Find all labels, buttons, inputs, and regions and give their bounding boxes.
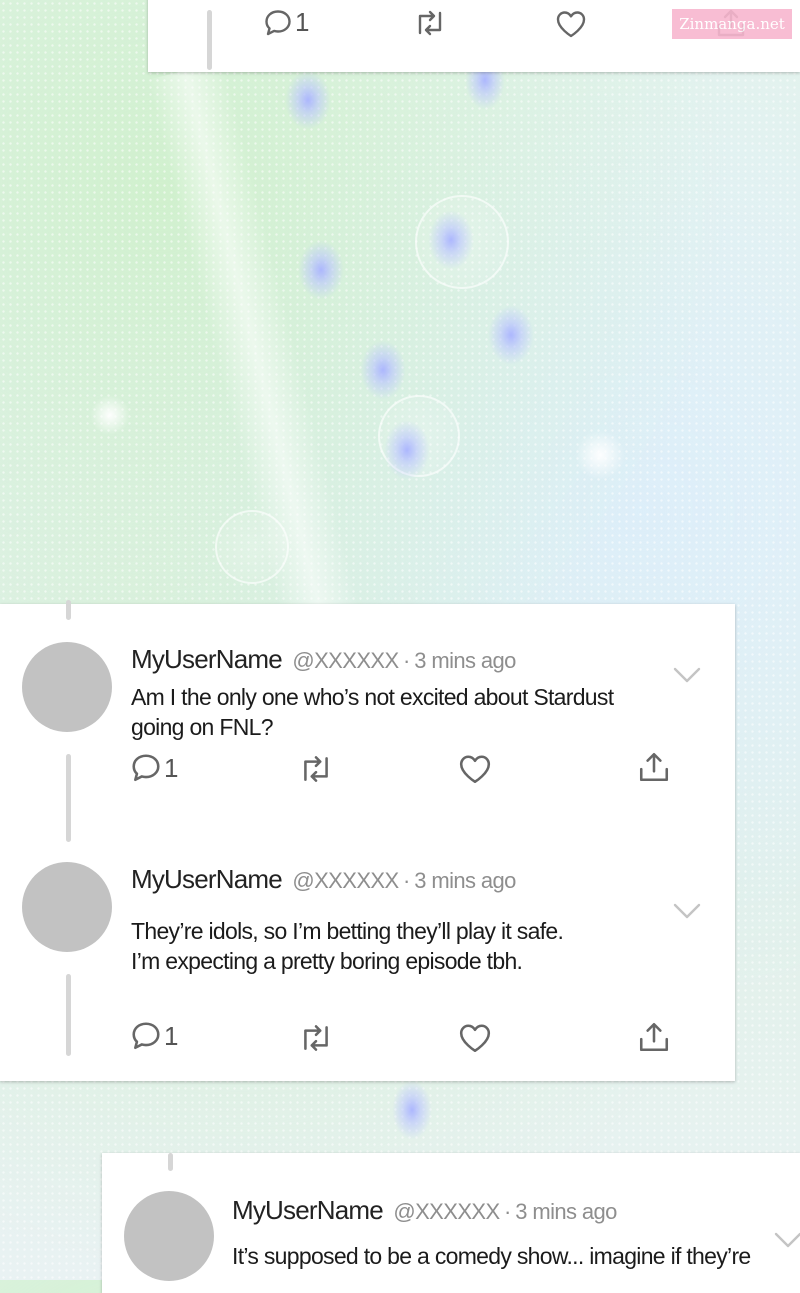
- user-handle[interactable]: @XXXXXX: [292, 868, 399, 893]
- timestamp: 3 mins ago: [414, 868, 516, 893]
- username[interactable]: MyUserName: [131, 864, 283, 894]
- heart-icon: [555, 9, 587, 39]
- tweet-text: They’re idols, so I’m betting they’ll pl…: [131, 916, 564, 976]
- sparkle: [428, 210, 474, 270]
- tweet-text: It’s supposed to be a comedy show... ima…: [232, 1241, 751, 1271]
- retweet-button[interactable]: [413, 9, 447, 37]
- retweet-button[interactable]: [298, 1023, 334, 1053]
- thread-line: [207, 10, 212, 70]
- sparkle: [298, 240, 344, 300]
- timestamp: 3 mins ago: [515, 1199, 617, 1224]
- sparkle: [384, 420, 430, 480]
- tweet-text-line: They’re idols, so I’m betting they’ll pl…: [131, 918, 564, 944]
- username[interactable]: MyUserName: [232, 1195, 384, 1225]
- tweet-text-line: going on FNL?: [131, 714, 273, 740]
- separator: ·: [504, 1199, 511, 1224]
- reply-button[interactable]: 1: [130, 752, 178, 784]
- avatar[interactable]: [22, 862, 112, 952]
- sparkle: [488, 305, 534, 365]
- reply-count: 1: [295, 7, 310, 37]
- heart-icon: [458, 1022, 492, 1054]
- retweet-icon: [298, 1023, 334, 1053]
- retweet-icon: [413, 9, 447, 37]
- retweet-button[interactable]: [298, 754, 334, 784]
- chevron-down-icon[interactable]: [673, 666, 701, 684]
- sparkle: [392, 1080, 432, 1140]
- share-icon: [638, 1020, 670, 1054]
- avatar[interactable]: [22, 642, 112, 732]
- thread-line: [168, 1153, 173, 1171]
- share-button[interactable]: [638, 750, 670, 784]
- tweet-header: MyUserName @XXXXXX · 3 mins ago: [232, 1195, 617, 1226]
- tweet-header: MyUserName @XXXXXX · 3 mins ago: [131, 864, 516, 895]
- user-handle[interactable]: @XXXXXX: [292, 648, 399, 673]
- tweet-text: Am I the only one who’s not excited abou…: [131, 682, 614, 742]
- thread-line: [66, 600, 71, 620]
- glow: [575, 430, 625, 480]
- thread-line: [66, 974, 71, 1056]
- chevron-down-icon[interactable]: [774, 1231, 800, 1249]
- separator: ·: [403, 868, 410, 893]
- reply-count: 1: [164, 1020, 179, 1051]
- share-button[interactable]: [638, 1020, 670, 1054]
- retweet-icon: [298, 754, 334, 784]
- separator: ·: [403, 648, 410, 673]
- tweet-header: MyUserName @XXXXXX · 3 mins ago: [131, 644, 516, 675]
- like-button[interactable]: [458, 753, 492, 785]
- sparkle: [360, 340, 406, 400]
- reply-icon: [130, 752, 162, 784]
- glow: [90, 395, 130, 435]
- like-button[interactable]: [555, 9, 587, 39]
- tweet-text-line: It’s supposed to be a comedy show... ima…: [232, 1243, 751, 1269]
- thread-line: [66, 754, 71, 842]
- bubble: [215, 510, 289, 584]
- share-icon: [638, 750, 670, 784]
- reply-button[interactable]: 1: [130, 1020, 178, 1052]
- user-handle[interactable]: @XXXXXX: [393, 1199, 500, 1224]
- tweet-thread-card: MyUserName @XXXXXX · 3 mins ago Am I the…: [0, 600, 735, 1081]
- tweet-card-bottom: MyUserName @XXXXXX · 3 mins ago It’s sup…: [102, 1153, 800, 1293]
- like-button[interactable]: [458, 1022, 492, 1054]
- timestamp: 3 mins ago: [414, 648, 516, 673]
- reply-icon: [263, 8, 293, 38]
- chevron-down-icon[interactable]: [673, 902, 701, 920]
- sparkle: [285, 70, 331, 130]
- tweet-text-line: I’m expecting a pretty boring episode tb…: [131, 948, 523, 974]
- reply-count: 1: [164, 752, 179, 783]
- reply-button[interactable]: 1: [263, 7, 309, 38]
- watermark: Zinmanga.net: [672, 9, 792, 39]
- heart-icon: [458, 753, 492, 785]
- username[interactable]: MyUserName: [131, 644, 283, 674]
- avatar[interactable]: [124, 1191, 214, 1281]
- reply-icon: [130, 1020, 162, 1052]
- tweet-text-line: Am I the only one who’s not excited abou…: [131, 684, 614, 710]
